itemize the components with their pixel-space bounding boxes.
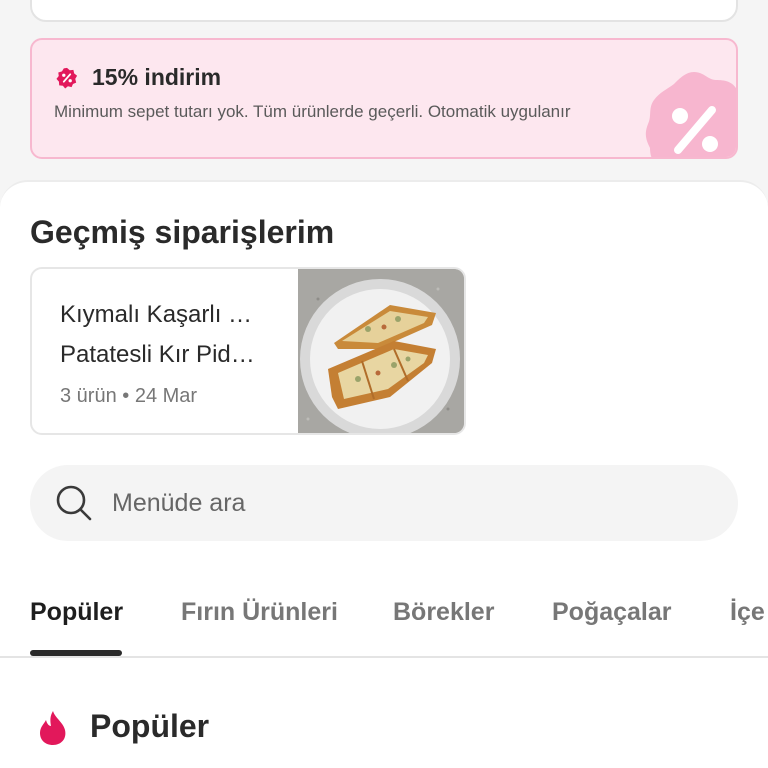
search-input[interactable] [112,465,692,541]
menu-search-bar[interactable] [30,465,738,541]
percent-burst-icon [645,72,736,157]
tab-borekler[interactable]: Börekler [393,598,494,627]
promo-description: Minimum sepet tutarı yok. Tüm ürünlerde … [54,102,571,121]
promo-banner[interactable]: 15% indirim Minimum sepet tutarı yok. Tü… [30,38,738,159]
active-tab-indicator [30,650,122,656]
tab-pogacalar[interactable]: Poğaçalar [552,598,672,627]
order-item-line: Kıymalı Kaşarlı … [60,301,253,328]
order-item-line: Patatesli Kır Pid… [60,341,255,368]
tab-populer[interactable]: Popüler [30,598,123,627]
past-orders-title: Geçmiş siparişlerim [30,214,335,250]
promo-title: 15% indirim [92,64,222,90]
order-info: Kıymalı Kaşarlı … Patatesli Kır Pid… 3 ü… [60,295,300,408]
popular-section-title: Popüler [90,708,210,744]
category-tabs: Popüler Fırın Ürünleri Börekler Poğaçala… [0,578,768,658]
past-order-card[interactable]: Kıymalı Kaşarlı … Patatesli Kır Pid… 3 ü… [30,267,466,435]
order-food-image [298,269,464,433]
previous-card [30,0,738,22]
order-meta: 3 ürün • 24 Mar [60,385,198,407]
flame-icon [40,711,66,745]
search-icon [56,485,92,521]
tab-firin-urunleri[interactable]: Fırın Ürünleri [181,598,338,627]
discount-badge-icon [56,67,78,89]
menu-sheet: Geçmiş siparişlerim Kıymalı Kaşarlı … Pa… [0,180,768,768]
tab-icecekler[interactable]: İçe [730,598,765,627]
